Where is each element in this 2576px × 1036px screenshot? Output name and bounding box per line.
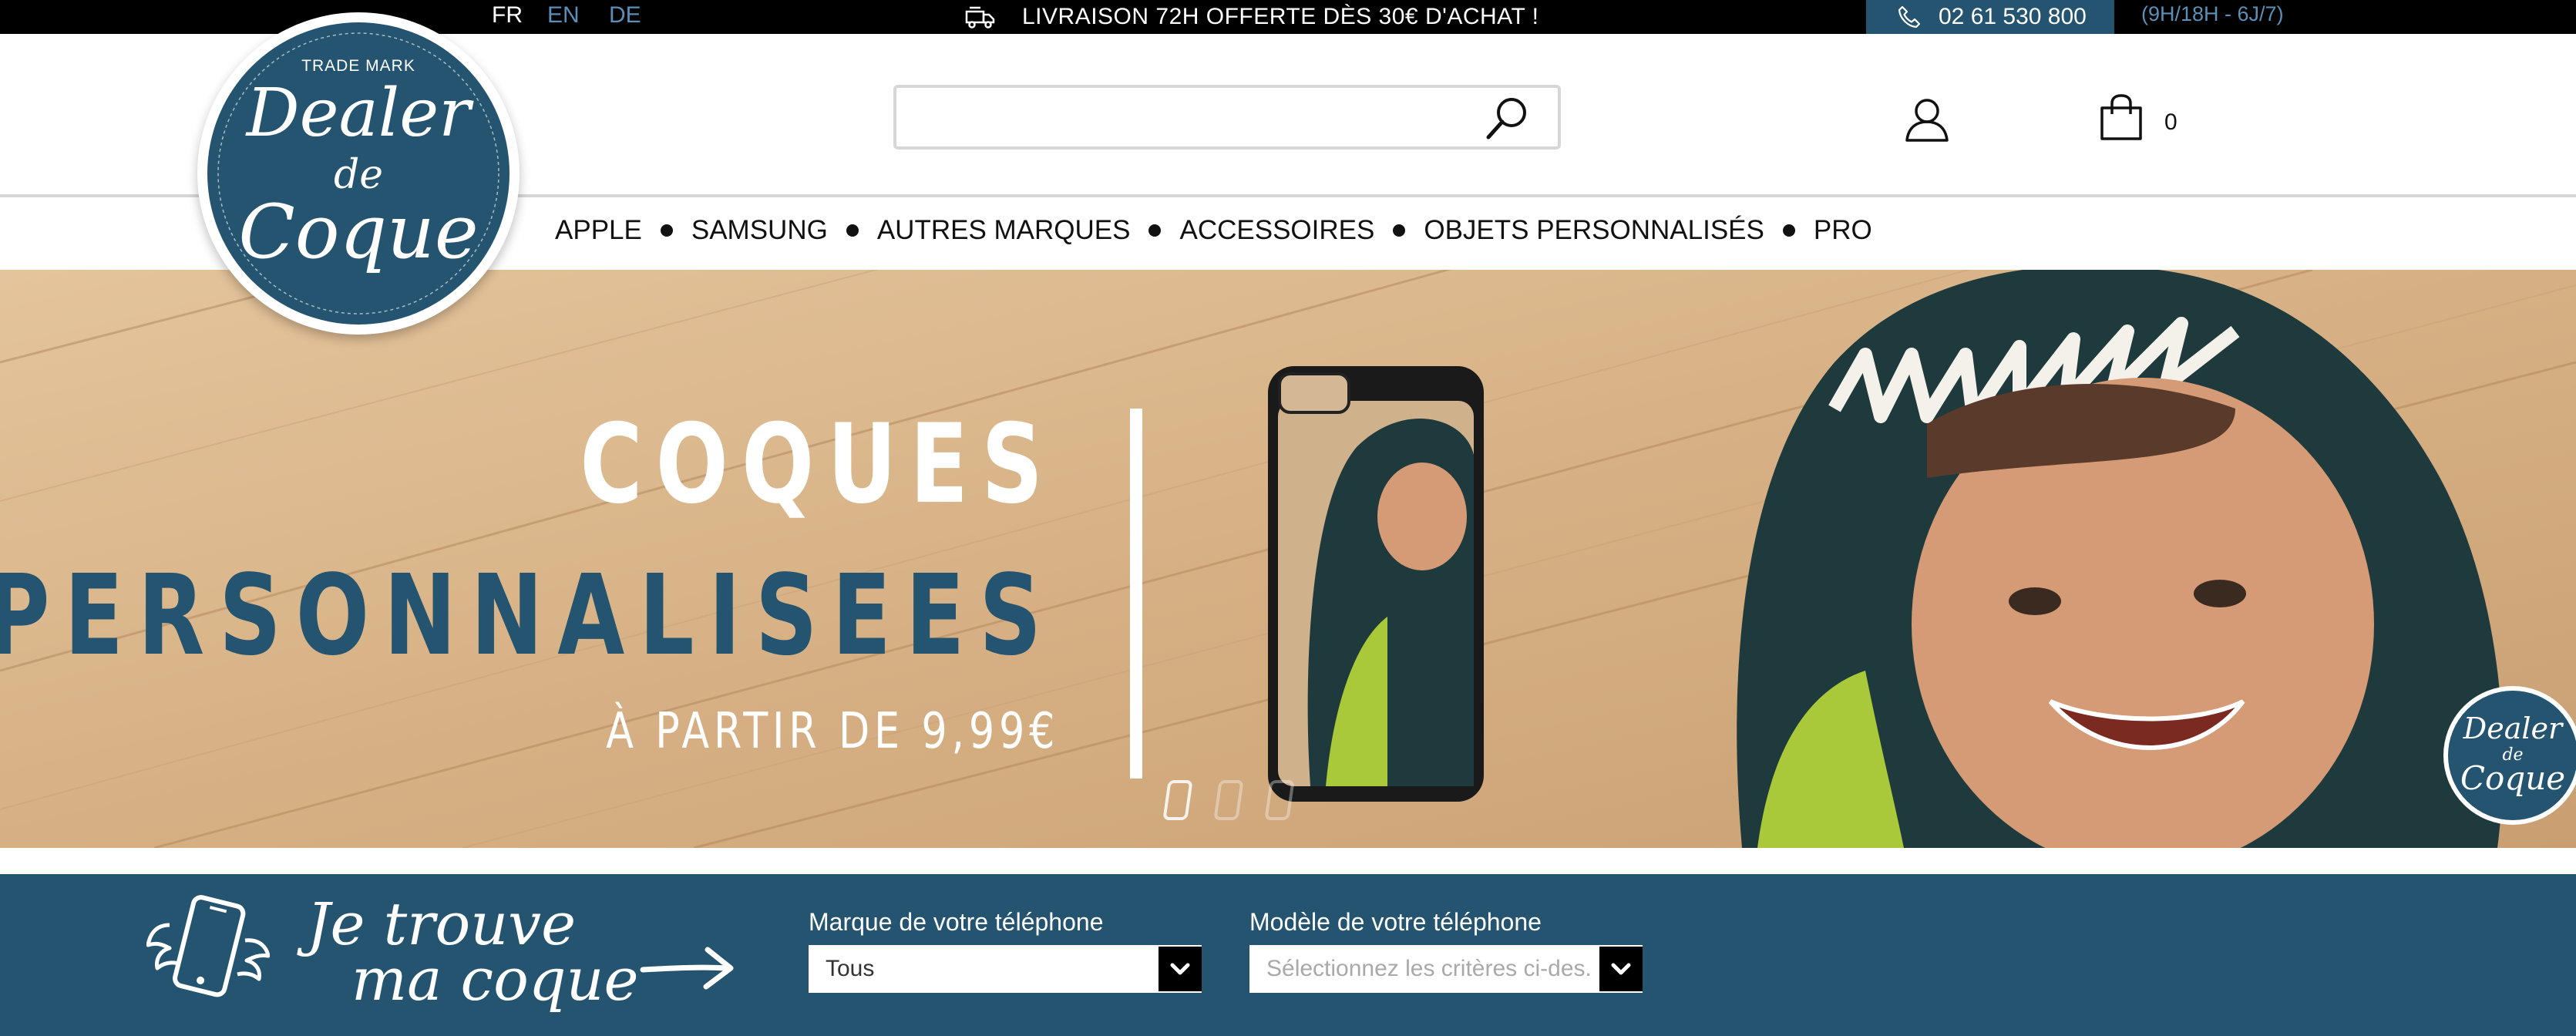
- opening-hours: (9H/18H - 6J/7): [2141, 2, 2284, 25]
- logo-trademark: TRADE MARK: [301, 57, 415, 75]
- nav-separator: [1148, 224, 1162, 237]
- nav-item-samsung[interactable]: SAMSUNG: [691, 215, 828, 246]
- search-bar: [893, 85, 1561, 150]
- slider-pagination: [1162, 780, 1295, 820]
- site-logo[interactable]: TRADE MARK Dealer de Coque: [197, 12, 520, 335]
- user-icon[interactable]: [1904, 96, 1950, 143]
- hero-slider[interactable]: COQUES PERSONNALISEES À PARTIR DE 9,99€ …: [0, 270, 2576, 848]
- nav-item-pro[interactable]: PRO: [1814, 215, 1872, 246]
- shopping-bag-icon[interactable]: [2098, 94, 2144, 142]
- hero-watermark-logo: Dealer de Coque: [2443, 686, 2576, 825]
- nav-separator: [1393, 224, 1406, 237]
- main-nav: APPLE SAMSUNG AUTRES MARQUES ACCESSOIRES…: [555, 211, 1872, 250]
- promo-text: LIVRAISON 72H OFFERTE DÈS 30€ D'ACHAT !: [1022, 4, 1539, 29]
- nav-separator: [846, 224, 859, 237]
- phone-icon: [1898, 5, 1921, 29]
- chevron-down-icon: [1611, 963, 1631, 975]
- nav-item-autres-marques[interactable]: AUTRES MARQUES: [877, 215, 1131, 246]
- phone-number: 02 61 530 800: [1939, 4, 2087, 29]
- slide-dot-2[interactable]: [1213, 780, 1244, 820]
- slide-dot-3[interactable]: [1264, 780, 1295, 820]
- language-en-link[interactable]: EN: [547, 0, 580, 34]
- hero-divider: [1130, 409, 1142, 779]
- brand-select-toggle[interactable]: [1159, 947, 1202, 991]
- nav-separator: [1782, 224, 1795, 237]
- model-select-toggle[interactable]: [1599, 947, 1643, 991]
- logo-line1: Dealer: [245, 75, 475, 152]
- nav-item-apple[interactable]: APPLE: [555, 215, 642, 246]
- finder-title-line2: ma coque: [351, 945, 639, 1014]
- brand-select-label: Marque de votre téléphone: [809, 908, 1104, 936]
- winged-phone-icon: [146, 895, 270, 997]
- brand-select[interactable]: Tous: [809, 945, 1202, 993]
- free-shipping-banner: LIVRAISON 72H OFFERTE DÈS 30€ D'ACHAT !: [965, 0, 1539, 34]
- hero-headline-2: PERSONNALISEES: [0, 550, 1056, 680]
- language-de-link[interactable]: DE: [609, 0, 641, 34]
- truck-icon: [965, 6, 995, 29]
- cart-count[interactable]: 0: [2164, 109, 2177, 136]
- search-input[interactable]: [896, 88, 1482, 146]
- phone-contact-button[interactable]: 02 61 530 800: [1866, 0, 2114, 34]
- model-select-placeholder: Sélectionnez les critères ci-des...: [1266, 956, 1590, 981]
- chevron-down-icon: [1170, 963, 1190, 975]
- search-icon[interactable]: [1482, 94, 1530, 142]
- hero-headline-1: COQUES: [580, 401, 1056, 528]
- mini-logo-line1: Dealer: [2463, 711, 2564, 745]
- logo-line3: Coque: [238, 189, 478, 275]
- nav-item-accessoires[interactable]: ACCESSOIRES: [1179, 215, 1374, 246]
- model-select[interactable]: Sélectionnez les critères ci-des...: [1249, 945, 1643, 993]
- brand-select-value: Tous: [826, 956, 875, 981]
- arrow-right-icon: [640, 947, 734, 990]
- slide-dot-1[interactable]: [1162, 780, 1193, 820]
- nav-separator: [660, 224, 673, 237]
- hero-price-text: À PARTIR DE 9,99€: [605, 703, 1059, 760]
- case-finder: Je trouve ma coque Marque de votre télép…: [0, 874, 2576, 1036]
- mini-logo-line3: Coque: [2460, 759, 2565, 797]
- model-select-label: Modèle de votre téléphone: [1249, 908, 1542, 936]
- nav-item-objets-personnalises[interactable]: OBJETS PERSONNALISÉS: [1424, 215, 1764, 246]
